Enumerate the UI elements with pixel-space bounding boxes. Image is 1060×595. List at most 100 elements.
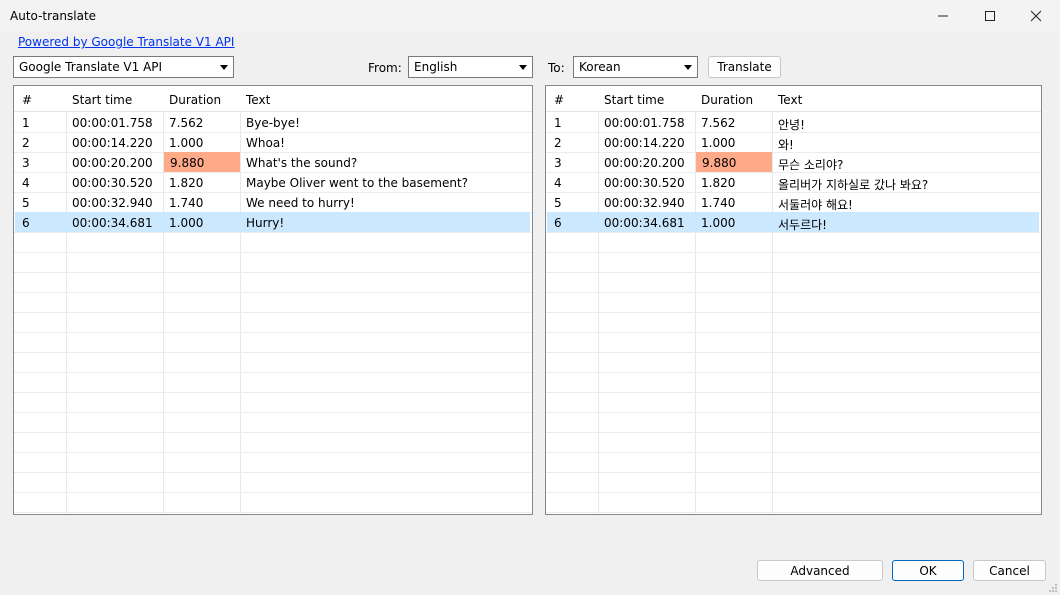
start-time-cell[interactable]: 00:00:20.200 [598,152,694,172]
row-divider [14,232,532,233]
minimize-button[interactable] [920,0,966,32]
row-number-cell[interactable]: 1 [16,112,65,132]
row-divider [546,492,1041,493]
duration-cell[interactable]: 7.562 [695,112,771,132]
row-divider [14,392,532,393]
row-number-cell[interactable]: 4 [548,172,597,192]
ok-button[interactable]: OK [892,560,964,581]
start-time-cell[interactable]: 00:00:34.681 [66,212,162,232]
start-time-cell[interactable]: 00:00:32.940 [66,192,162,212]
column-header-duration[interactable]: Duration [695,86,772,112]
text-cell[interactable]: 올리버가 지하실로 갔나 봐요? [772,172,1040,192]
row-divider [546,292,1041,293]
row-divider [546,432,1041,433]
row-divider [546,412,1041,413]
start-time-cell[interactable]: 00:00:01.758 [598,112,694,132]
row-number-cell[interactable]: 4 [16,172,65,192]
start-time-cell[interactable]: 00:00:01.758 [66,112,162,132]
text-cell[interactable]: Bye-bye! [240,112,531,132]
window-title: Auto-translate [10,9,97,23]
duration-cell[interactable]: 9.880 [164,152,240,172]
column-header-start-time[interactable]: Start time [66,86,163,112]
start-time-cell[interactable]: 00:00:14.220 [66,132,162,152]
column-header-text[interactable]: Text [240,86,532,112]
row-number-cell[interactable]: 2 [548,132,597,152]
row-divider [546,272,1041,273]
text-cell[interactable]: 무슨 소리야? [772,152,1040,172]
start-time-cell[interactable]: 00:00:34.681 [598,212,694,232]
close-button[interactable] [1013,0,1059,32]
text-cell[interactable]: Hurry! [240,212,531,232]
column-header-number[interactable]: # [16,86,66,112]
row-divider [14,472,532,473]
duration-cell[interactable]: 1.820 [163,172,239,192]
text-cell[interactable]: Maybe Oliver went to the basement? [240,172,531,192]
row-divider [14,352,532,353]
column-header-duration[interactable]: Duration [163,86,240,112]
from-language-select[interactable]: English [408,56,533,78]
start-time-cell[interactable]: 00:00:32.940 [598,192,694,212]
text-cell[interactable]: 와! [772,132,1040,152]
minimize-icon [938,15,948,17]
row-number-cell[interactable]: 2 [16,132,65,152]
text-cell[interactable]: 서두르다! [772,212,1040,232]
engine-select[interactable]: Google Translate V1 API [13,56,234,78]
title-bar: Auto-translate [0,0,1060,32]
start-time-cell[interactable]: 00:00:30.520 [598,172,694,192]
advanced-button[interactable]: Advanced [757,560,883,581]
row-divider [14,412,532,413]
maximize-icon [985,11,995,21]
translate-button[interactable]: Translate [708,56,781,78]
duration-cell[interactable]: 1.000 [695,132,771,152]
duration-cell[interactable]: 1.740 [163,192,239,212]
close-icon [1030,10,1042,22]
resize-grip-icon[interactable] [1048,583,1058,593]
start-time-cell[interactable]: 00:00:14.220 [598,132,694,152]
duration-cell[interactable]: 1.000 [163,212,239,232]
row-number-cell[interactable]: 1 [548,112,597,132]
from-label: From: [368,61,402,75]
row-divider [546,252,1041,253]
start-time-cell[interactable]: 00:00:30.520 [66,172,162,192]
row-divider [14,492,532,493]
duration-cell[interactable]: 1.000 [163,132,239,152]
row-divider [546,352,1041,353]
text-cell[interactable]: Whoa! [240,132,531,152]
row-number-cell[interactable]: 6 [548,212,597,232]
to-language-select[interactable]: Korean [573,56,698,78]
duration-cell[interactable]: 7.562 [163,112,239,132]
duration-cell[interactable]: 9.880 [696,152,772,172]
column-header-start-time[interactable]: Start time [598,86,695,112]
row-divider [14,312,532,313]
row-divider [14,432,532,433]
column-header-number[interactable]: # [548,86,598,112]
text-cell[interactable]: What's the sound? [240,152,531,172]
row-number-cell[interactable]: 3 [548,152,597,172]
row-number-cell[interactable]: 6 [16,212,65,232]
row-number-cell[interactable]: 5 [16,192,65,212]
text-cell[interactable]: 안녕! [772,112,1040,132]
engine-select-value: Google Translate V1 API [19,60,163,74]
to-language-value: Korean [579,60,621,74]
powered-by-link[interactable]: Powered by Google Translate V1 API [18,35,234,49]
to-label: To: [548,61,565,75]
source-subtitle-grid[interactable]: # Start time Duration Text 1 00:00:01.758 7.56… [13,85,533,515]
from-language-value: English [414,60,458,74]
column-header-text[interactable]: Text [772,86,1041,112]
maximize-button[interactable] [967,0,1013,32]
row-number-cell[interactable]: 5 [548,192,597,212]
duration-cell[interactable]: 1.740 [695,192,771,212]
start-time-cell[interactable]: 00:00:20.200 [66,152,162,172]
row-divider [14,332,532,333]
row-divider [546,312,1041,313]
target-subtitle-grid[interactable]: # Start time Duration Text 1 00:00:01.758 7.56… [545,85,1042,515]
cancel-button[interactable]: Cancel [973,560,1046,581]
duration-cell[interactable]: 1.820 [695,172,771,192]
row-divider [546,472,1041,473]
text-cell[interactable]: 서둘러야 해요! [772,192,1040,212]
row-number-cell[interactable]: 3 [16,152,65,172]
text-cell[interactable]: We need to hurry! [240,192,531,212]
chevron-down-icon [220,65,228,70]
chevron-down-icon [519,65,527,70]
duration-cell[interactable]: 1.000 [695,212,771,232]
